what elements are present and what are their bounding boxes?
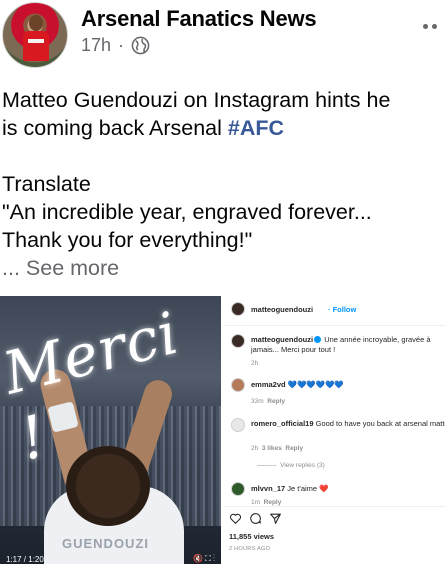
caption-user: matteoguendouzi	[251, 335, 314, 344]
ig-follow-button: · Follow	[328, 305, 356, 314]
ig-comment-2: romero_official19 Good to have you back …	[251, 419, 445, 429]
post-line-2-text: is coming back Arsenal	[2, 116, 228, 140]
ig-account-name: matteoguendouzi	[251, 305, 314, 314]
verified-icon	[314, 336, 322, 343]
ig-comment-avatar	[231, 482, 245, 496]
share-icon	[270, 513, 281, 524]
post-time[interactable]: 17h	[81, 35, 111, 56]
video-controls[interactable]: 1:17 / 1:20 🔇 ⛶ ⋮	[0, 554, 221, 564]
meta-separator: ·	[118, 35, 125, 55]
instagram-screenshot: matteoguendouzi · Follow matteoguendouzi…	[223, 296, 445, 564]
translate-link[interactable]: Translate	[2, 170, 443, 198]
ig-caption-avatar	[231, 334, 245, 348]
caption-time: 2h	[251, 360, 259, 367]
ig-comment-avatar	[231, 418, 245, 432]
quote-line-2: Thank you for everything!"	[2, 228, 253, 252]
ig-posted-time: 2 HOURS AGO	[229, 546, 271, 552]
heart-icon	[229, 513, 242, 525]
comment-likes: 3 likes	[261, 445, 282, 452]
ig-divider	[223, 325, 445, 326]
comment-time: 2h	[251, 445, 259, 452]
comment-icon	[250, 513, 261, 524]
view-replies-label: View replies (3)	[280, 462, 325, 469]
avatar-jersey	[23, 31, 49, 61]
ig-comment-avatar	[231, 378, 245, 392]
ig-account-avatar	[231, 302, 245, 316]
comment-user: emma2vd	[251, 380, 286, 389]
page-name[interactable]: Arsenal Fanatics News	[81, 6, 317, 32]
page-avatar[interactable]	[2, 2, 68, 68]
ig-actions	[229, 512, 282, 525]
hashtag-link[interactable]: #AFC	[228, 116, 284, 140]
comment-user: mlvvn_17	[251, 484, 286, 493]
comment-text: Good to have you back at arsenal matte	[315, 419, 445, 428]
quote-line-1: "An incredible year, engraved forever...	[2, 200, 372, 224]
comment-time: 1m	[251, 499, 261, 506]
comment-user: romero_official19	[251, 419, 314, 428]
post-header: Arsenal Fanatics News 17h ·	[0, 0, 445, 70]
comment-reply: Reply	[285, 445, 304, 452]
ig-views: 11,855 views	[229, 532, 275, 541]
video-player[interactable]: Merci ! GUENDOUZI 1:17 / 1:20 🔇 ⛶ ⋮	[0, 296, 221, 564]
ig-caption: matteoguendouzi Une année incroyable, gr…	[251, 335, 443, 355]
ig-comment-1: emma2vd 💙💙💙💙💙💙	[251, 380, 443, 390]
dot	[432, 23, 437, 29]
post-line-2: is coming back Arsenal #AFC	[2, 114, 443, 142]
post-text: Matteo Guendouzi on Instagram hints he i…	[2, 86, 443, 282]
comment-text: 💙💙💙💙💙💙	[287, 380, 344, 389]
post-media[interactable]: Merci ! GUENDOUZI 1:17 / 1:20 🔇 ⛶ ⋮ matt…	[0, 296, 445, 564]
comment-meta: 33m Reply	[251, 398, 285, 405]
comment-meta: 2h 3 likes Reply	[251, 445, 303, 452]
comment-reply: Reply	[263, 499, 282, 506]
avatar-jersey-sponsor	[28, 39, 44, 43]
post-meta: 17h ·	[81, 35, 150, 56]
video-control-icons[interactable]: 🔇 ⛶ ⋮	[193, 554, 215, 564]
view-replies: ——— View replies (3)	[257, 462, 325, 469]
more-options-icon[interactable]	[423, 20, 443, 32]
shirt-name: GUENDOUZI	[62, 536, 149, 551]
globe-icon[interactable]	[131, 36, 150, 55]
follow-separator: ·	[328, 305, 331, 314]
ig-divider	[223, 506, 445, 507]
follow-label: Follow	[332, 305, 357, 314]
avatar-head	[29, 15, 43, 31]
post-line-1: Matteo Guendouzi on Instagram hints he	[2, 88, 391, 112]
dot	[423, 23, 428, 29]
comment-meta: 1m Reply	[251, 499, 281, 506]
comment-reply: Reply	[267, 398, 285, 405]
see-more-link[interactable]: ... See more	[2, 254, 443, 282]
video-time: 1:17 / 1:20	[6, 554, 44, 564]
ig-comment-3: mlvvn_17 Je t'aime ❤️	[251, 484, 443, 494]
comment-time: 33m	[251, 398, 264, 405]
comment-text: Je t'aime ❤️	[287, 484, 329, 493]
